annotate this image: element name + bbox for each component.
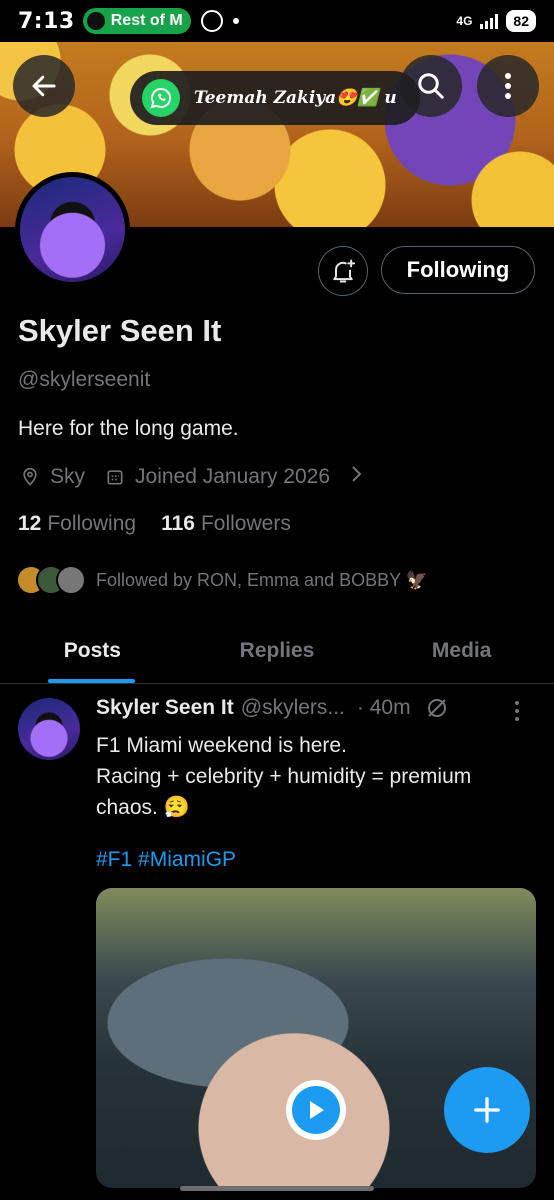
tab-label: Media xyxy=(431,638,492,662)
post-text-line: F1 Miami weekend is here. xyxy=(96,734,347,757)
profile-avatar[interactable] xyxy=(15,172,130,287)
followers-count-link[interactable]: 116 Followers xyxy=(161,512,291,536)
following-label: Following xyxy=(47,512,137,535)
profile-bio: Here for the long game. xyxy=(18,417,239,440)
status-time: 7:13 xyxy=(18,8,75,34)
status-right: 4G 82 xyxy=(456,10,536,32)
plus-icon xyxy=(474,1097,500,1123)
post-hashtags[interactable]: #F1 #MiamiGP xyxy=(96,848,236,872)
post-author-avatar[interactable] xyxy=(18,698,80,760)
tab-replies[interactable]: Replies xyxy=(185,618,370,683)
post-text: F1 Miami weekend is here. Racing + celeb… xyxy=(96,730,536,823)
grok-icon[interactable] xyxy=(425,696,449,720)
profile-meta: Sky Joined January 2026 xyxy=(20,464,364,490)
media-label: Rest of M xyxy=(110,12,183,29)
post-timestamp[interactable]: · 40m xyxy=(357,696,411,720)
bell-plus-icon xyxy=(333,259,356,283)
post-text-line: Racing + celebrity + humidity = premium … xyxy=(96,765,472,819)
compose-post-button[interactable] xyxy=(444,1067,530,1153)
battery-icon: 82 xyxy=(506,10,536,32)
back-button[interactable] xyxy=(13,55,75,117)
following-button[interactable]: Following xyxy=(381,246,535,294)
spotify-icon xyxy=(86,12,105,30)
followed-by-text: Followed by RON, Emma and BOBBY 🦅 xyxy=(96,569,429,590)
following-count: 12 xyxy=(18,512,42,535)
signal-icon xyxy=(480,13,499,29)
notification-text: Teemah Zakiya😍✅ u xyxy=(194,88,397,108)
more-options-button[interactable] xyxy=(477,55,539,117)
network-type: 4G xyxy=(456,14,473,28)
status-bar: 7:13 Rest of M 4G 82 xyxy=(0,0,554,42)
whatsapp-icon xyxy=(142,79,180,117)
arrow-left-icon xyxy=(32,75,56,97)
notification-dot-icon xyxy=(232,18,239,24)
profile-joined[interactable]: Joined January 2026 xyxy=(135,465,330,489)
media-playing-pill[interactable]: Rest of M xyxy=(82,8,191,34)
profile-location: Sky xyxy=(50,465,86,488)
tab-posts[interactable]: Posts xyxy=(0,618,185,683)
tab-label: Posts xyxy=(63,638,121,662)
post-author-handle[interactable]: @skylers... xyxy=(241,696,345,720)
profile-tabs: Posts Replies Media xyxy=(0,618,554,684)
location-pin-icon xyxy=(20,467,40,487)
followers-label: Followers xyxy=(200,512,291,535)
tab-media[interactable]: Media xyxy=(369,618,554,683)
whatsapp-status-icon xyxy=(200,10,223,32)
following-count-link[interactable]: 12 Following xyxy=(18,512,136,536)
more-vertical-icon xyxy=(515,701,519,721)
profile-handle: @skylerseenit xyxy=(18,368,151,391)
more-vertical-icon xyxy=(505,73,511,99)
chevron-right-icon[interactable] xyxy=(350,464,364,490)
post-more-button[interactable] xyxy=(514,700,520,722)
followers-count: 116 xyxy=(161,512,195,535)
follow-counts: 12 Following 116 Followers xyxy=(18,512,291,536)
search-icon xyxy=(418,73,444,99)
post-header: Skyler Seen It @skylers... · 40m xyxy=(96,696,449,720)
tab-label: Replies xyxy=(239,638,315,662)
play-icon xyxy=(292,1086,340,1134)
calendar-icon xyxy=(105,467,125,487)
follower-avatar xyxy=(56,565,86,595)
avatar-image xyxy=(20,177,125,282)
followed-by-row[interactable]: Followed by RON, Emma and BOBBY 🦅 xyxy=(16,565,428,595)
active-tab-indicator xyxy=(48,679,135,683)
notifications-bell-button[interactable] xyxy=(318,246,368,296)
play-button[interactable] xyxy=(286,1080,346,1140)
post-author-name[interactable]: Skyler Seen It xyxy=(96,696,234,720)
profile-name: Skyler Seen It xyxy=(18,313,222,348)
whatsapp-notification[interactable]: Teemah Zakiya😍✅ u xyxy=(130,71,420,125)
home-indicator[interactable] xyxy=(180,1186,374,1191)
